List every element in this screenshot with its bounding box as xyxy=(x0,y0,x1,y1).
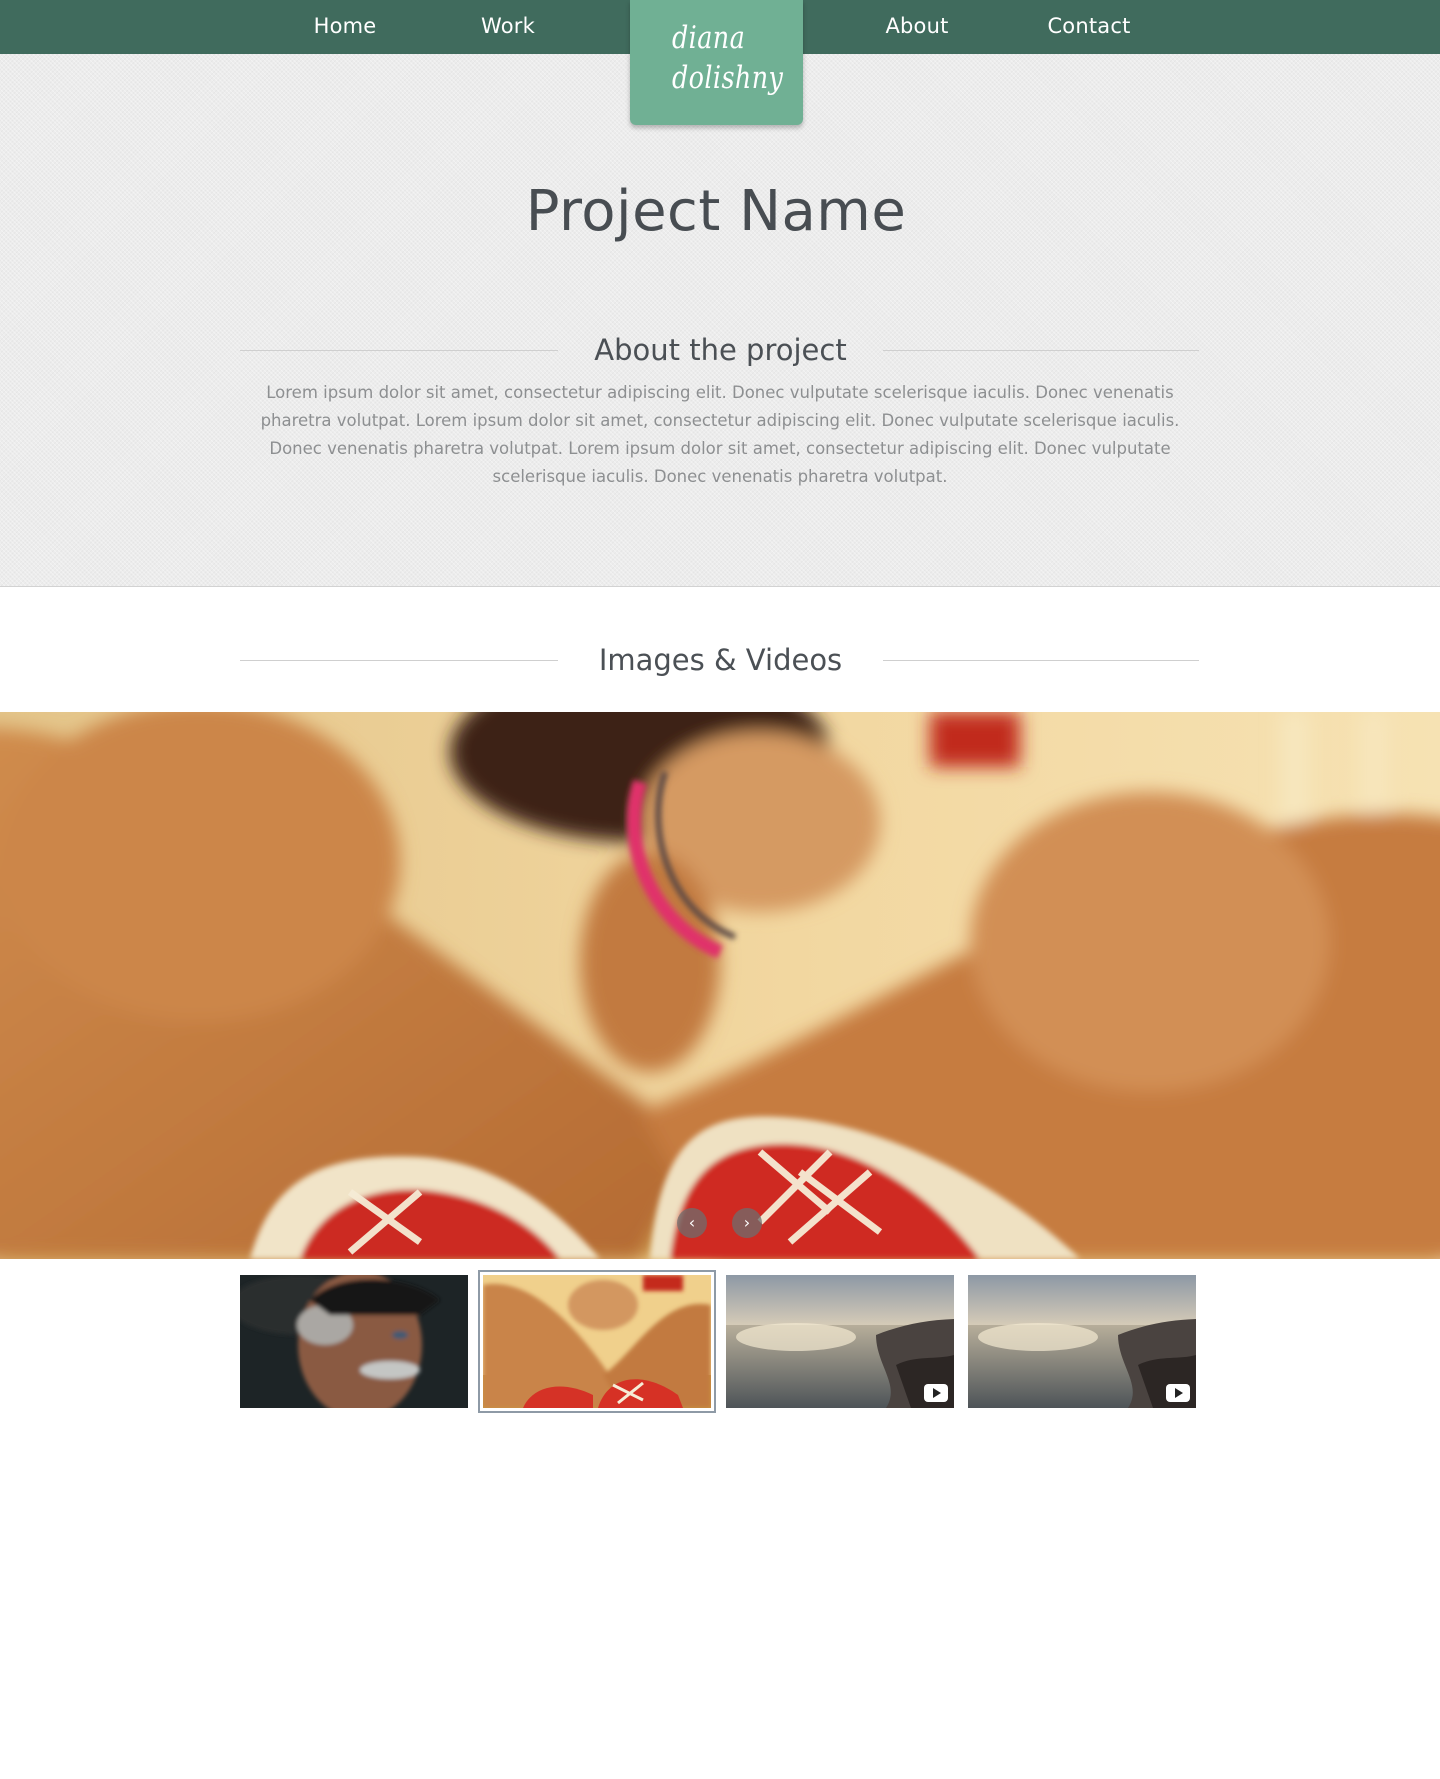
thumbnail-video[interactable] xyxy=(968,1275,1196,1408)
about-heading-text: About the project xyxy=(594,333,847,367)
video-play-icon xyxy=(924,1384,948,1402)
logo-line-first: diana xyxy=(672,20,746,56)
nav-link-contact[interactable]: Contact xyxy=(1019,0,1159,54)
video-play-icon xyxy=(1166,1384,1190,1402)
nav-link-about[interactable]: About xyxy=(847,0,987,54)
slider-prev-button[interactable]: ‹ xyxy=(677,1208,707,1238)
slider-main-image xyxy=(0,712,1440,1259)
thumbnail-video[interactable] xyxy=(726,1275,954,1408)
thumbnail-sneakers-image xyxy=(483,1275,711,1408)
chevron-left-icon: ‹ xyxy=(688,1213,696,1232)
thumbnail-image[interactable] xyxy=(240,1275,468,1408)
page-title: Project Name xyxy=(525,179,907,244)
nav-link-work[interactable]: Work xyxy=(438,0,578,54)
nav-link-home[interactable]: Home xyxy=(275,0,415,54)
thumbnail-portrait-image xyxy=(240,1275,468,1408)
media-heading-text: Images & Videos xyxy=(598,643,843,677)
logo-line-last: dolishny xyxy=(672,60,784,96)
media-heading: Images & Videos xyxy=(0,640,1440,680)
thumbnail-coastline-image xyxy=(726,1275,954,1408)
thumbnail-image-active[interactable] xyxy=(478,1270,716,1413)
divider-right xyxy=(883,350,1199,351)
divider-left xyxy=(240,350,558,351)
about-heading: About the project xyxy=(0,330,1440,370)
slider-next-button[interactable]: › xyxy=(732,1208,762,1238)
chevron-right-icon: › xyxy=(743,1213,751,1232)
media-slider[interactable]: ‹ › xyxy=(0,712,1440,1259)
divider-left xyxy=(240,660,558,661)
logo[interactable]: diana dolishny xyxy=(630,0,803,125)
thumbnail-coastline-image xyxy=(968,1275,1196,1408)
hero-section: Project Name About the project Lorem ips… xyxy=(0,54,1440,587)
about-description: Lorem ipsum dolor sit amet, consectetur … xyxy=(260,383,1180,486)
divider-right xyxy=(883,660,1199,661)
